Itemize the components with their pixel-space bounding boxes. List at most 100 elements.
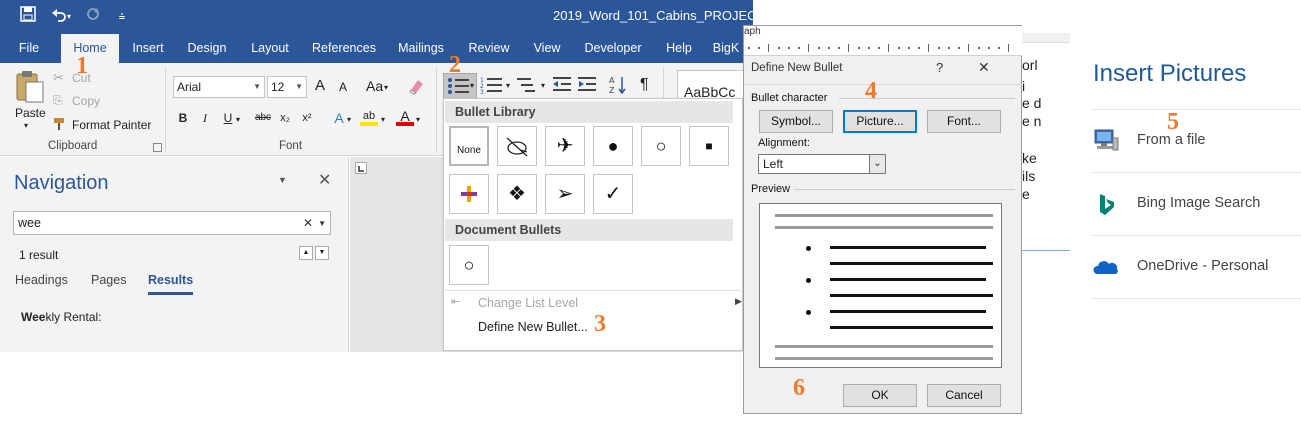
row-divider xyxy=(1091,298,1301,299)
numbering-button[interactable]: 123 ▾ xyxy=(480,75,514,97)
group-divider xyxy=(436,67,437,153)
change-list-level-item[interactable]: Change List Level xyxy=(478,296,578,310)
search-input[interactable]: wee ✕ ▼ xyxy=(13,211,331,235)
bold-button[interactable]: B xyxy=(174,108,192,128)
change-list-level-icon: ⇤ xyxy=(451,296,461,308)
redo-icon[interactable] xyxy=(82,6,104,28)
search-result-item[interactable]: Weekly Rental: xyxy=(21,310,102,324)
highlight-button[interactable]: ab xyxy=(360,108,378,126)
symbol-button[interactable]: Symbol... xyxy=(759,110,833,133)
document-bullet-hollow-circle[interactable]: ○ xyxy=(449,245,489,285)
change-case-button[interactable]: Aa xyxy=(366,78,383,94)
tab-mailings[interactable]: Mailings xyxy=(392,34,450,63)
format-painter-icon xyxy=(53,117,67,131)
bullet-option-airplane[interactable]: ✈ xyxy=(545,126,585,166)
font-size-combo[interactable]: 12 ▼ xyxy=(267,76,307,98)
tab-insert[interactable]: Insert xyxy=(126,34,170,63)
define-new-bullet-item[interactable]: Define New Bullet... xyxy=(478,320,588,334)
close-icon[interactable]: ✕ xyxy=(318,170,331,190)
tab-help[interactable]: Help xyxy=(660,34,698,63)
tab-developer[interactable]: Developer xyxy=(580,34,646,63)
step-number-1: 1 xyxy=(76,53,88,79)
bullet-option-picture-2[interactable] xyxy=(449,174,489,214)
bullet-option-filled-circle[interactable]: ● xyxy=(593,126,633,166)
ruler-caption: aph xyxy=(744,26,761,37)
customize-qat-icon[interactable]: ⩮ xyxy=(111,6,133,28)
menu-divider xyxy=(445,290,741,291)
clipboard-launcher-icon[interactable] xyxy=(153,143,162,152)
tab-review[interactable]: Review xyxy=(464,34,514,63)
italic-button[interactable]: I xyxy=(196,108,214,128)
chevron-down-icon: ▾ xyxy=(347,115,352,124)
preview-line xyxy=(830,310,986,313)
text-effects-button[interactable]: A xyxy=(330,108,348,128)
picture-button[interactable]: Picture... xyxy=(843,110,917,133)
dialog-title: Define New Bullet xyxy=(751,62,843,74)
bullet-option-hollow-circle[interactable]: ○ xyxy=(641,126,681,166)
onedrive-icon xyxy=(1093,258,1119,276)
bullet-character-label: Bullet character xyxy=(751,92,828,104)
chevron-down-icon[interactable]: ▼ xyxy=(318,213,326,235)
bing-image-search-option[interactable]: Bing Image Search xyxy=(1091,172,1301,235)
shrink-font-button[interactable]: A xyxy=(339,80,347,94)
underline-button[interactable]: U xyxy=(219,108,237,128)
page-boundary xyxy=(1022,250,1070,251)
clear-formatting-icon[interactable] xyxy=(407,76,427,96)
dialog-close-button[interactable]: ✕ xyxy=(978,59,990,76)
onedrive-option[interactable]: OneDrive - Personal xyxy=(1091,235,1301,298)
cancel-button[interactable]: Cancel xyxy=(927,384,1001,407)
pane-options-icon[interactable]: ▼ xyxy=(278,175,287,185)
word-window: ▾ ⩮ 2019_Word_101_Cabins_PROJECT 1.do Fi… xyxy=(0,0,753,352)
chevron-down-icon: ▼ xyxy=(295,82,303,91)
bullet-option-picture-1[interactable] xyxy=(497,126,537,166)
tab-home[interactable]: Home xyxy=(61,34,119,63)
font-name-combo[interactable]: Arial ▼ xyxy=(173,76,265,98)
grow-font-button[interactable]: A xyxy=(315,77,325,94)
bullet-option-checkmark[interactable]: ✓ xyxy=(593,174,633,214)
preview-line xyxy=(830,278,986,281)
tab-selector-icon[interactable] xyxy=(355,162,367,174)
strikethrough-button[interactable]: abc xyxy=(252,108,274,128)
tab-file[interactable]: File xyxy=(10,34,48,63)
paste-button[interactable]: Paste xyxy=(15,106,46,120)
tab-view[interactable]: View xyxy=(527,34,567,63)
bullet-option-diamonds[interactable]: ❖ xyxy=(497,174,537,214)
previous-result-icon[interactable]: ▲ xyxy=(299,246,313,260)
font-button[interactable]: Font... xyxy=(927,110,1001,133)
submenu-arrow-icon: ▶ xyxy=(735,296,742,306)
superscript-button[interactable]: x² xyxy=(298,108,316,128)
copy-button[interactable]: Copy xyxy=(72,94,100,108)
nav-tab-headings[interactable]: Headings xyxy=(15,273,68,287)
clear-search-icon[interactable]: ✕ xyxy=(303,212,313,234)
copy-icon: ⎘ xyxy=(53,93,63,107)
tab-references[interactable]: References xyxy=(310,34,378,63)
nav-tab-pages[interactable]: Pages xyxy=(91,273,126,287)
bullet-none[interactable]: None xyxy=(449,126,489,166)
decrease-indent-icon[interactable] xyxy=(553,75,575,97)
paste-dropdown-icon[interactable]: ▾ xyxy=(24,121,28,130)
bullet-option-square[interactable]: ■ xyxy=(689,126,729,166)
from-file-option[interactable]: From a file xyxy=(1091,109,1301,172)
next-result-icon[interactable]: ▼ xyxy=(315,246,329,260)
chevron-down-icon[interactable]: ⌄ xyxy=(869,155,885,173)
multilevel-list-button[interactable]: ▾ xyxy=(517,75,545,97)
nav-tab-results[interactable]: Results xyxy=(148,273,194,295)
subscript-button[interactable]: x₂ xyxy=(276,108,294,128)
font-color-button[interactable]: A xyxy=(396,108,414,126)
paste-icon[interactable] xyxy=(14,70,46,104)
help-button[interactable]: ? xyxy=(936,60,943,75)
show-formatting-button[interactable]: ¶ xyxy=(640,76,649,94)
format-painter-button[interactable]: Format Painter xyxy=(72,118,151,132)
tab-bigk[interactable]: BigK xyxy=(706,34,746,63)
tab-layout[interactable]: Layout xyxy=(245,34,295,63)
ok-button[interactable]: OK xyxy=(843,384,917,407)
tab-design[interactable]: Design xyxy=(183,34,231,63)
preview-line xyxy=(775,357,993,360)
undo-dropdown-icon[interactable]: ▾ xyxy=(64,6,74,28)
save-icon[interactable] xyxy=(17,6,39,28)
bullet-option-arrowhead[interactable]: ➢ xyxy=(545,174,585,214)
increase-indent-icon[interactable] xyxy=(578,75,600,97)
preview-label: Preview xyxy=(751,183,791,195)
alignment-select[interactable]: Left ⌄ xyxy=(758,154,886,174)
sort-icon[interactable]: AZ xyxy=(609,75,629,97)
